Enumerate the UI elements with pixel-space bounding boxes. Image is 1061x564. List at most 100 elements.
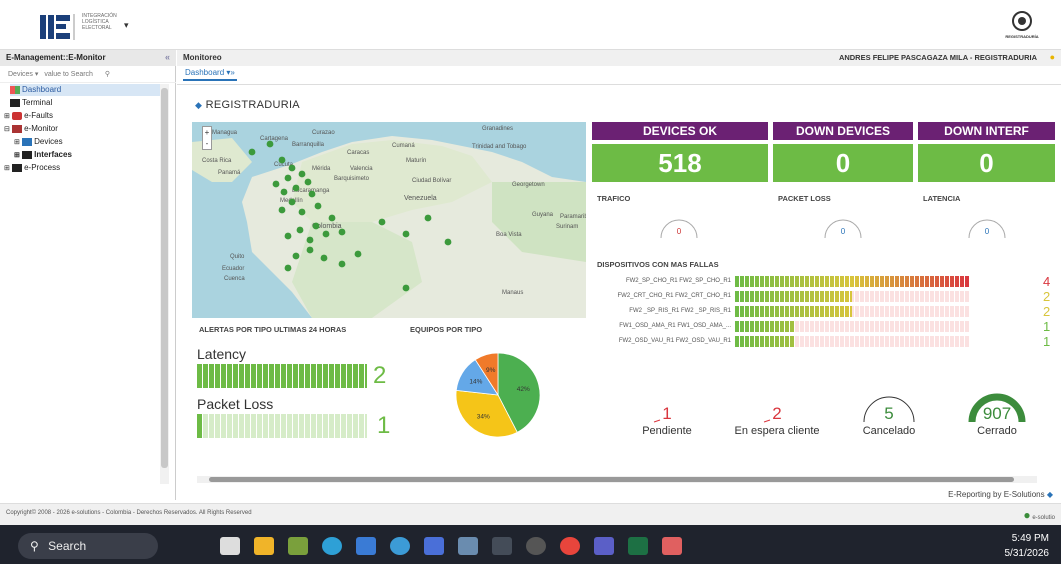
tree-item-devices[interactable]: ⊞ Devices	[14, 136, 174, 148]
down-interf-value[interactable]: 0	[918, 144, 1055, 182]
security-icon[interactable]	[424, 537, 444, 555]
expand-icon[interactable]: ⊞	[14, 139, 20, 146]
teams-icon[interactable]	[594, 537, 614, 555]
device-marker[interactable]	[308, 190, 316, 198]
seal-icon	[1012, 11, 1032, 31]
collapse-icon[interactable]: ⊟	[4, 126, 10, 133]
expand-icon[interactable]: ⊞	[4, 113, 10, 120]
search-filter-select[interactable]: Devices ▾	[8, 71, 38, 78]
map[interactable]: Managua Cartagena Curazao Barranquilla C…	[192, 122, 586, 318]
file-explorer-icon[interactable]	[254, 537, 274, 555]
falla-row[interactable]: FW2_CRT_CHO_R1 FW2_CRT_CHO_R1 2	[595, 289, 1055, 304]
falla-row[interactable]: FW2 _SP_RIS_R1 FW2 _SP_RIS_R1 2	[595, 304, 1055, 319]
expand-icon[interactable]: ⊞	[14, 152, 20, 159]
device-marker[interactable]	[272, 180, 280, 188]
device-marker[interactable]	[306, 246, 314, 254]
packet-loss-count: 1	[377, 412, 391, 439]
device-marker[interactable]	[314, 202, 322, 210]
scrollbar-thumb[interactable]	[209, 477, 1014, 482]
device-marker[interactable]	[306, 236, 314, 244]
device-marker[interactable]	[312, 222, 320, 230]
tree-item-e-monitor[interactable]: ⊟ e-Monitor	[4, 123, 164, 135]
app-icon[interactable]	[662, 537, 682, 555]
device-marker[interactable]	[338, 228, 346, 236]
device-marker[interactable]	[298, 208, 306, 216]
collapse-panel-button[interactable]: «	[165, 52, 170, 62]
excel-icon[interactable]	[628, 537, 648, 555]
expand-icon[interactable]: ⊞	[4, 165, 10, 172]
zoom-out-button[interactable]: -	[203, 138, 211, 149]
clock[interactable]: 5:49 PM 5/31/2026	[1005, 531, 1050, 561]
search-icon[interactable]: ⚲	[105, 71, 110, 78]
device-marker[interactable]	[402, 284, 410, 292]
equipos-pie-chart[interactable]: 42% 34% 14% 9%	[453, 350, 543, 440]
user-name[interactable]: ANDRES FELIPE PASCAGAZA MILA - REGISTRAD…	[839, 53, 1037, 62]
device-marker[interactable]	[292, 184, 300, 192]
status-value[interactable]: 2	[747, 404, 807, 424]
falla-bar-track	[735, 336, 969, 347]
device-marker[interactable]	[424, 214, 432, 222]
device-marker[interactable]	[280, 188, 288, 196]
search-input[interactable]: value to Search	[44, 71, 93, 78]
terminal-icon[interactable]	[492, 537, 512, 555]
notepad-icon[interactable]	[356, 537, 376, 555]
taskbar-search[interactable]: ⚲ Search	[18, 533, 158, 559]
widgets-icon[interactable]	[288, 537, 308, 555]
tree-item-dashboard[interactable]: Dashboard	[10, 84, 160, 96]
app-menu-caret[interactable]: ▾	[124, 20, 129, 31]
task-view-icon[interactable]	[220, 537, 240, 555]
status-value[interactable]: 1	[637, 404, 697, 424]
device-marker[interactable]	[444, 238, 452, 246]
device-marker[interactable]	[298, 170, 306, 178]
lightbulb-icon[interactable]: ●	[1050, 52, 1055, 62]
device-marker[interactable]	[328, 214, 336, 222]
svg-text:Valencia: Valencia	[350, 166, 373, 172]
latencia-label: LATENCIA	[923, 194, 961, 203]
chatgpt-icon[interactable]	[526, 537, 546, 555]
falla-count: 1	[1043, 319, 1051, 334]
zoom-in-button[interactable]: +	[203, 127, 211, 138]
chrome-icon[interactable]	[560, 537, 580, 555]
browser-icon[interactable]	[390, 537, 410, 555]
device-marker[interactable]	[266, 140, 274, 148]
tree-item-interfaces[interactable]: ⊞ Interfaces	[14, 149, 174, 161]
alertas-title: ALERTAS POR TIPO ULTIMAS 24 HORAS	[199, 325, 347, 334]
tab-dashboard[interactable]: Dashboard ▾»	[183, 68, 237, 81]
device-marker[interactable]	[278, 156, 286, 164]
edge-icon[interactable]	[322, 537, 342, 555]
device-marker[interactable]	[284, 232, 292, 240]
device-marker[interactable]	[304, 178, 312, 186]
falla-count: 4	[1043, 274, 1051, 289]
device-marker[interactable]	[296, 226, 304, 234]
falla-row[interactable]: FW2_OSD_VAU_R1 FW2_OSD_VAU_R1 1	[595, 334, 1055, 349]
status-value[interactable]: 5	[859, 404, 919, 424]
device-marker[interactable]	[378, 218, 386, 226]
device-marker[interactable]	[354, 250, 362, 258]
device-marker[interactable]	[292, 252, 300, 260]
device-marker[interactable]	[322, 230, 330, 238]
footer-brand: ● e-solutio	[1023, 508, 1055, 522]
down-devices-value[interactable]: 0	[773, 144, 913, 182]
map-canvas[interactable]: Managua Cartagena Curazao Barranquilla C…	[192, 122, 586, 318]
device-marker[interactable]	[248, 148, 256, 156]
tree-item-e-faults[interactable]: ⊞ e-Faults	[4, 110, 164, 122]
device-marker[interactable]	[288, 164, 296, 172]
device-marker[interactable]	[320, 254, 328, 262]
falla-row[interactable]: FW1_OSD_AMA_R1 FW1_OSD_AMA_... 1	[595, 319, 1055, 334]
device-marker[interactable]	[278, 206, 286, 214]
device-marker[interactable]	[284, 174, 292, 182]
tree-item-e-process[interactable]: ⊞ e-Process	[4, 162, 164, 174]
tree-item-terminal[interactable]: Terminal	[10, 97, 170, 109]
devices-ok-value[interactable]: 518	[592, 144, 768, 182]
device-marker[interactable]	[338, 260, 346, 268]
device-marker[interactable]	[284, 264, 292, 272]
device-marker[interactable]	[288, 198, 296, 206]
scrollbar-thumb[interactable]	[161, 88, 168, 468]
falla-row[interactable]: FW2_SP_CHO_R1 FW2_SP_CHO_R1 4	[595, 274, 1055, 289]
remote-desktop-icon[interactable]	[458, 537, 478, 555]
horizontal-scrollbar[interactable]	[197, 476, 1037, 483]
status-value[interactable]: 907	[967, 404, 1027, 424]
device-marker[interactable]	[402, 230, 410, 238]
left-panel-scrollbar[interactable]	[160, 84, 169, 484]
footer: Copyright© 2008 - 2026 e-solutions - Col…	[0, 503, 1061, 525]
